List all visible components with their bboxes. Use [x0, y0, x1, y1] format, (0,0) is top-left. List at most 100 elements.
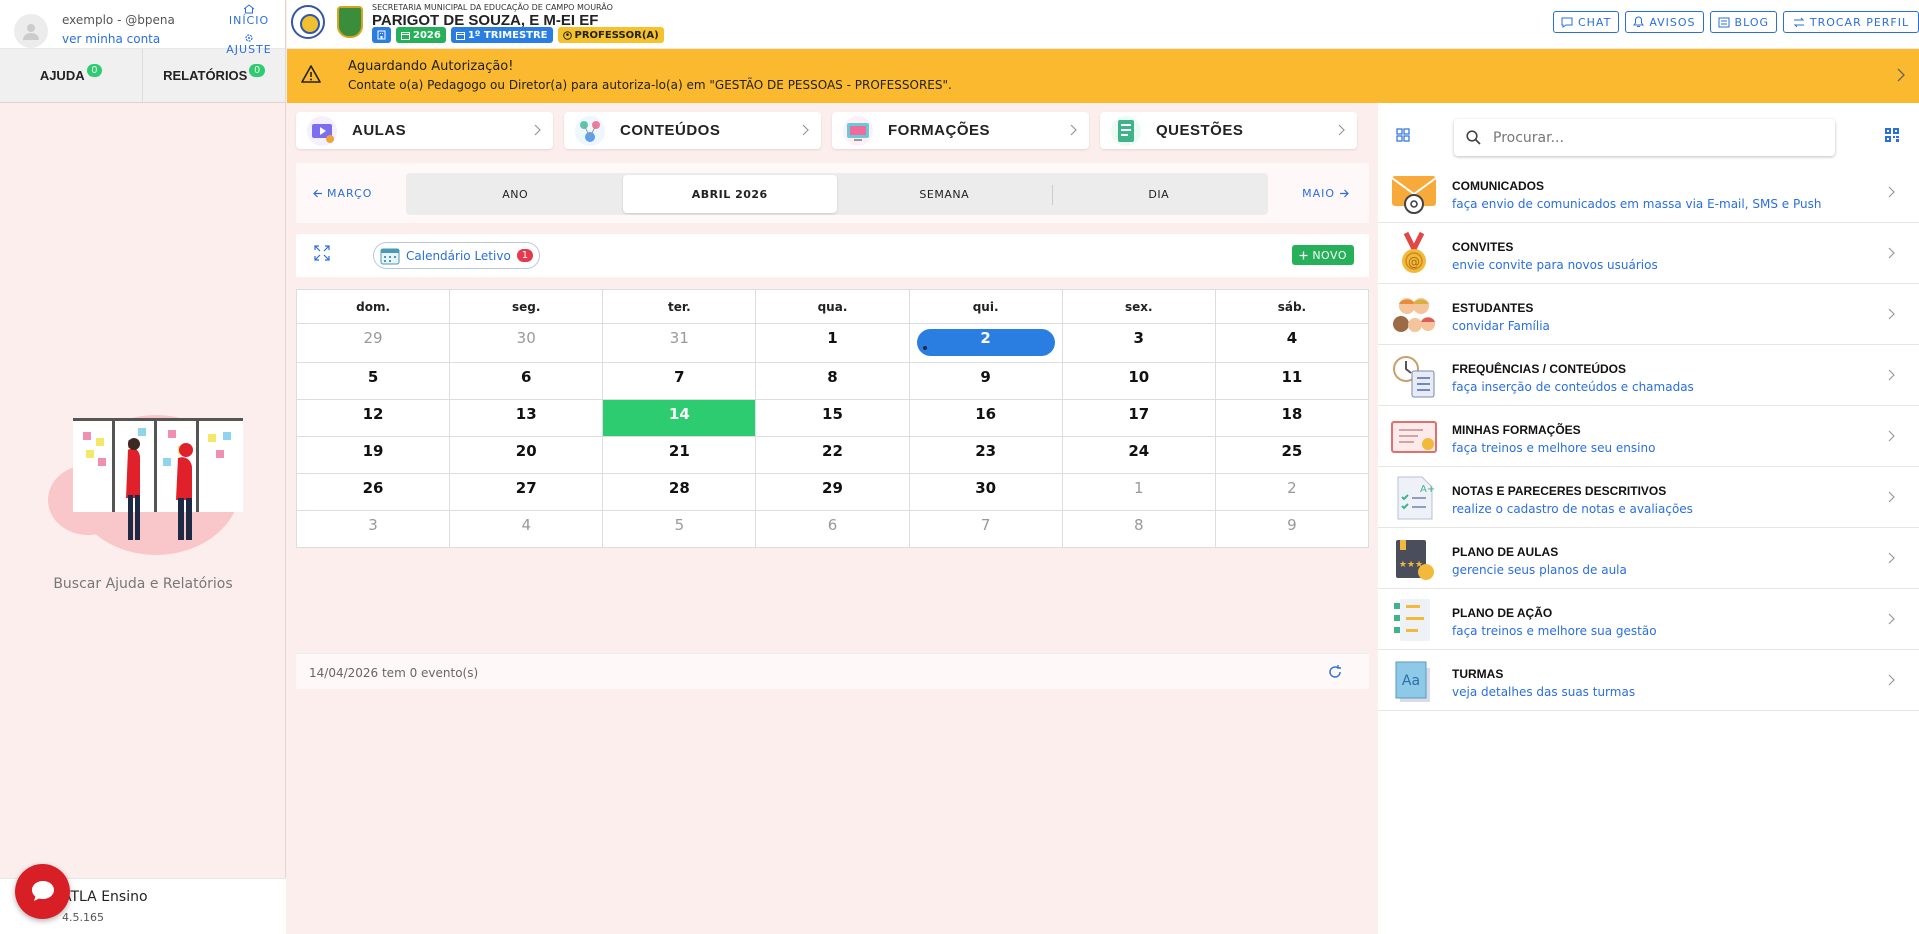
calendar-day[interactable]: 17 [1061, 399, 1216, 437]
calendar-day[interactable]: 6 [449, 362, 604, 400]
chevron-right-icon [1897, 68, 1905, 82]
municipality-logo [291, 5, 325, 39]
grades-icon: A+ [1397, 476, 1435, 520]
building-chip[interactable] [372, 27, 391, 43]
menu-item-students[interactable]: ESTUDANTES convidar Família [1378, 284, 1919, 345]
calendar-day[interactable]: 29 [295, 323, 451, 363]
chat-fab-button[interactable] [15, 864, 70, 919]
calendar-day[interactable]: 24 [1061, 436, 1216, 474]
grid-view-icon[interactable] [1396, 128, 1410, 142]
calendar-day-today[interactable]: 14 [602, 399, 757, 437]
calendar-day[interactable]: 16 [908, 399, 1063, 437]
calendar-day[interactable]: 23 [908, 436, 1063, 474]
tab-reports[interactable]: RELATÓRIOS 0 [142, 49, 285, 102]
calendar-day[interactable]: 13 [449, 399, 604, 437]
calendar-day[interactable]: 2 [1214, 473, 1370, 511]
authorization-alert[interactable]: Aguardando Autorização! Contate o(a) Ped… [287, 49, 1919, 103]
calendar-day[interactable]: 9 [1214, 510, 1370, 548]
main-content: AULAS CONTEÚDOS FORMAÇÕES QUESTÕES MARÇO… [287, 103, 1375, 934]
calendar-day[interactable]: 3 [1061, 323, 1216, 363]
calendar-day[interactable]: 30 [449, 323, 604, 363]
calendar-day[interactable]: 1 [755, 323, 910, 363]
plus-icon [1299, 251, 1308, 259]
year-chip[interactable]: 2026 [396, 27, 446, 43]
new-event-button[interactable]: NOVO [1292, 245, 1354, 265]
shortcut-questions[interactable]: QUESTÕES [1100, 112, 1357, 149]
menu-item-action-plan[interactable]: PLANO DE AÇÃO faça treinos e melhore sua… [1378, 589, 1919, 650]
blog-button[interactable]: BLOG [1709, 11, 1777, 33]
menu-item-title: COMUNICADOS [1452, 179, 1544, 193]
calendar-day[interactable]: 21 [602, 436, 757, 474]
prev-month-button[interactable]: MARÇO [313, 187, 372, 200]
shortcut-lessons[interactable]: AULAS [296, 112, 553, 149]
qr-code-icon[interactable] [1885, 128, 1899, 142]
calendar-day[interactable]: 19 [295, 436, 451, 474]
building-icon [377, 30, 386, 40]
calendar-day[interactable]: 28 [602, 473, 757, 511]
calendar-day[interactable]: 8 [755, 362, 910, 400]
calendar-day[interactable]: 15 [755, 399, 910, 437]
tab-week[interactable]: SEMANA [837, 175, 1052, 213]
calendar-day[interactable]: 31 [602, 323, 757, 363]
shortcut-trainings[interactable]: FORMAÇÕES [832, 112, 1089, 149]
calendar-day[interactable]: 12 [295, 399, 451, 437]
menu-item-grades[interactable]: A+ NOTAS E PARECERES DESCRITIVOS realize… [1378, 467, 1919, 528]
calendar-day-with-event[interactable]: 2 [908, 323, 1063, 363]
menu-item-trainings[interactable]: MINHAS FORMAÇÕES faça treinos e melhore … [1378, 406, 1919, 467]
chat-button[interactable]: CHAT [1552, 11, 1620, 33]
calendar-day[interactable]: 5 [602, 510, 757, 548]
school-calendar-chip[interactable]: Calendário Letivo 1 [373, 242, 541, 269]
my-account-link[interactable]: ver minha conta [62, 32, 160, 46]
menu-item-invites[interactable]: @ CONVITES envie convite para novos usuá… [1378, 223, 1919, 284]
avatar[interactable] [14, 14, 48, 48]
menu-item-attendance[interactable]: FREQUÊNCIAS / CONTEÚDOS faça inserção de… [1378, 345, 1919, 406]
panel-header [1378, 103, 1919, 159]
role-chip[interactable]: PROFESSOR(A) [557, 27, 664, 43]
calendar-day[interactable]: 20 [449, 436, 604, 474]
tab-help-count: 0 [86, 64, 103, 77]
calendar-day[interactable]: 22 [755, 436, 910, 474]
tab-month[interactable]: ABRIL 2026 [622, 175, 837, 213]
calendar-day[interactable]: 9 [908, 362, 1063, 400]
menu-item-title: CONVITES [1452, 240, 1514, 254]
home-nav[interactable]: INÍCIO [225, 4, 273, 27]
menu-item-announcements[interactable]: COMUNICADOS faça envio de comunicados em… [1378, 162, 1919, 223]
menu-item-title: ESTUDANTES [1452, 301, 1534, 315]
shortcut-lessons-label: AULAS [352, 122, 407, 139]
calendar-day[interactable]: 6 [755, 510, 910, 548]
calendar-day[interactable]: 7 [602, 362, 757, 400]
expand-icon[interactable] [314, 245, 330, 261]
month-calendar: dom. seg. ter. qua. qui. sex. sáb. 29 30… [295, 289, 1370, 548]
calendar-day[interactable]: 3 [295, 510, 451, 548]
calendar-day[interactable]: 4 [1214, 323, 1370, 363]
calendar-day[interactable]: 30 [908, 473, 1063, 511]
search-input[interactable] [1493, 129, 1793, 146]
menu-item-lesson-plan[interactable]: ★★★ PLANO DE AULAS gerencie seus planos … [1378, 528, 1919, 589]
calendar-day[interactable]: 26 [295, 473, 451, 511]
tab-help[interactable]: AJUDA 0 [0, 49, 142, 102]
calendar-day[interactable]: 27 [449, 473, 604, 511]
term-chip[interactable]: 1º TRIMESTRE [450, 27, 553, 43]
calendar-day[interactable]: 18 [1214, 399, 1370, 437]
calendar-day[interactable]: 11 [1214, 362, 1370, 400]
notices-button[interactable]: AVISOS [1625, 11, 1704, 33]
refresh-icon[interactable] [1327, 664, 1343, 680]
arrow-left-icon [313, 189, 322, 198]
calendar-day[interactable]: 25 [1214, 436, 1370, 474]
calendar-day[interactable]: 10 [1061, 362, 1216, 400]
calendar-day[interactable]: 5 [295, 362, 451, 400]
menu-item-classes[interactable]: Aa TURMAS veja detalhes das suas turmas [1378, 650, 1919, 711]
tab-day[interactable]: DIA [1051, 175, 1267, 213]
tab-year[interactable]: ANO [408, 175, 623, 213]
calendar-day[interactable]: 8 [1061, 510, 1216, 548]
calendar-day[interactable]: 7 [908, 510, 1063, 548]
shortcut-contents[interactable]: CONTEÚDOS [564, 112, 821, 149]
calendar-day[interactable]: 1 [1061, 473, 1216, 511]
next-month-button[interactable]: MAIO [1302, 187, 1349, 200]
menu-item-title: PLANO DE AÇÃO [1452, 606, 1553, 620]
blog-button-label: BLOG [1734, 15, 1769, 29]
calendar-day[interactable]: 4 [449, 510, 604, 548]
menu-item-desc: convidar Família [1452, 319, 1550, 333]
switch-profile-button[interactable]: TROCAR PERFIL [1783, 11, 1919, 33]
calendar-day[interactable]: 29 [755, 473, 910, 511]
